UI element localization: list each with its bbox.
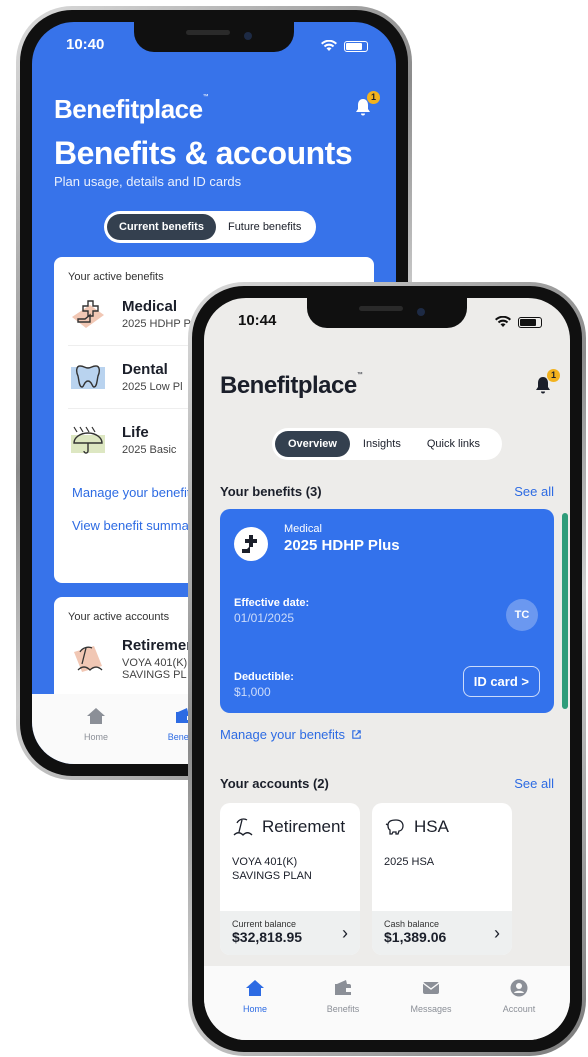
tab-label: Messages (410, 1004, 452, 1014)
account-balance-area: Current balance $32,818.95 › (220, 911, 360, 955)
account-balance-area: Cash balance $1,389.06 › (372, 911, 512, 955)
tab-label: Home (242, 1004, 267, 1014)
envelope-icon (422, 982, 440, 994)
notification-badge: 1 (547, 369, 560, 382)
account-name: Retirement (262, 817, 346, 836)
home-icon (87, 708, 105, 724)
benefit-plan: 2025 Basic (122, 444, 177, 456)
status-time: 10:40 (66, 36, 105, 53)
chevron-right-icon: › (342, 923, 348, 943)
tooth-icon (71, 365, 105, 389)
page-subtitle: Plan usage, details and ID cards (54, 174, 242, 189)
medical-icon (72, 300, 104, 328)
benefit-plan: 2025 Low Pl (122, 381, 183, 393)
phone-bezel: 10:44 Benefitplace™ 1 Overview Insights … (192, 286, 582, 1052)
brand-logo: Benefitplace™ (220, 372, 363, 399)
page-title: Benefits & accounts (54, 135, 353, 171)
battery-icon (344, 40, 368, 52)
user-icon (510, 979, 528, 997)
chevron-right-icon: › (494, 923, 500, 943)
balance-value: $1,389.06 (384, 929, 447, 945)
avatar: TC (506, 599, 538, 631)
front-tab-bar: Home Benefits Messages Account (204, 966, 570, 1040)
benefits-header: Your benefits (3) (220, 484, 322, 499)
account-card-hsa[interactable]: HSA 2025 HSA Cash balance $1,389.06 › (372, 803, 512, 955)
benefit-type: Medical (284, 523, 322, 535)
account-name: HSA (414, 817, 449, 836)
beach-icon (233, 818, 253, 836)
tab-home[interactable]: Home (52, 694, 140, 764)
wifi-icon (321, 40, 337, 51)
status-bar: 10:44 (204, 312, 570, 332)
deductible-label: Deductible: (234, 671, 294, 683)
accounts-row: Retirement VOYA 401(K) SAVINGS PLAN Curr… (204, 803, 570, 955)
wifi-icon (495, 316, 511, 327)
status-bar: 10:40 (32, 36, 396, 56)
deductible-value: $1,000 (234, 685, 271, 699)
id-card-button[interactable]: ID card > (462, 666, 540, 697)
notification-badge: 1 (367, 91, 380, 104)
see-all-benefits-link[interactable]: See all (514, 484, 554, 499)
tab-home[interactable]: Home (218, 966, 292, 1040)
account-desc: VOYA 401(K) SAVINGS PLAN (232, 856, 312, 883)
effective-date-value: 01/01/2025 (234, 611, 295, 625)
tab-quick-links[interactable]: Quick links (414, 431, 493, 457)
balance-value: $32,818.95 (232, 929, 303, 945)
benefits-segment: Current benefits Future benefits (104, 211, 317, 243)
external-link-icon (352, 730, 361, 739)
piggy-bank-icon (385, 819, 404, 835)
overview-segment: Overview Insights Quick links (272, 428, 502, 460)
front-screen: 10:44 Benefitplace™ 1 Overview Insights … (204, 298, 570, 1040)
notification-bell[interactable]: 1 (352, 91, 380, 118)
tab-label: Account (502, 1004, 536, 1014)
status-time: 10:44 (238, 312, 277, 329)
notification-bell[interactable]: 1 (532, 369, 560, 396)
home-icon (246, 980, 264, 996)
tab-insights[interactable]: Insights (350, 431, 414, 457)
phone-front: 10:44 Benefitplace™ 1 Overview Insights … (188, 282, 586, 1056)
medical-benefit-card[interactable]: Medical 2025 HDHP Plus Effective date: 0… (220, 509, 568, 713)
benefits-section-header: Your benefits (3) See all (204, 484, 570, 499)
medical-icon (234, 527, 268, 561)
beach-icon (74, 646, 103, 672)
umbrella-icon (71, 426, 105, 454)
brand-logo: Benefitplace™ (54, 94, 209, 124)
tab-account[interactable]: Account (482, 966, 556, 1040)
tab-benefits[interactable]: Benefits (306, 966, 380, 1040)
account-desc: 2025 HSA (384, 856, 435, 868)
tab-label: Home (83, 732, 108, 742)
manage-benefits-link[interactable]: Manage your benefits (204, 713, 570, 742)
benefit-plan: 2025 HDHP P (122, 318, 191, 330)
benefit-name: Life (122, 424, 149, 441)
tab-label: Benefits (326, 1004, 360, 1014)
benefit-name: Dental (122, 361, 168, 378)
manage-benefits-label: Manage your benefits (220, 727, 346, 742)
balance-label: Current balance (232, 919, 297, 929)
tab-messages[interactable]: Messages (394, 966, 468, 1040)
tab-current-benefits[interactable]: Current benefits (107, 214, 216, 240)
balance-label: Cash balance (384, 919, 440, 929)
accounts-header: Your accounts (2) (220, 776, 329, 791)
effective-date-label: Effective date: (234, 597, 310, 609)
wallet-icon (335, 980, 352, 995)
accounts-section-header: Your accounts (2) See all (204, 776, 570, 791)
benefit-plan: 2025 HDHP Plus (284, 537, 400, 554)
see-all-accounts-link[interactable]: See all (514, 776, 554, 791)
tab-future-benefits[interactable]: Future benefits (216, 214, 313, 240)
benefit-name: Medical (122, 298, 178, 315)
tab-overview[interactable]: Overview (275, 431, 350, 457)
account-card-retirement[interactable]: Retirement VOYA 401(K) SAVINGS PLAN Curr… (220, 803, 360, 955)
battery-icon (518, 316, 542, 328)
